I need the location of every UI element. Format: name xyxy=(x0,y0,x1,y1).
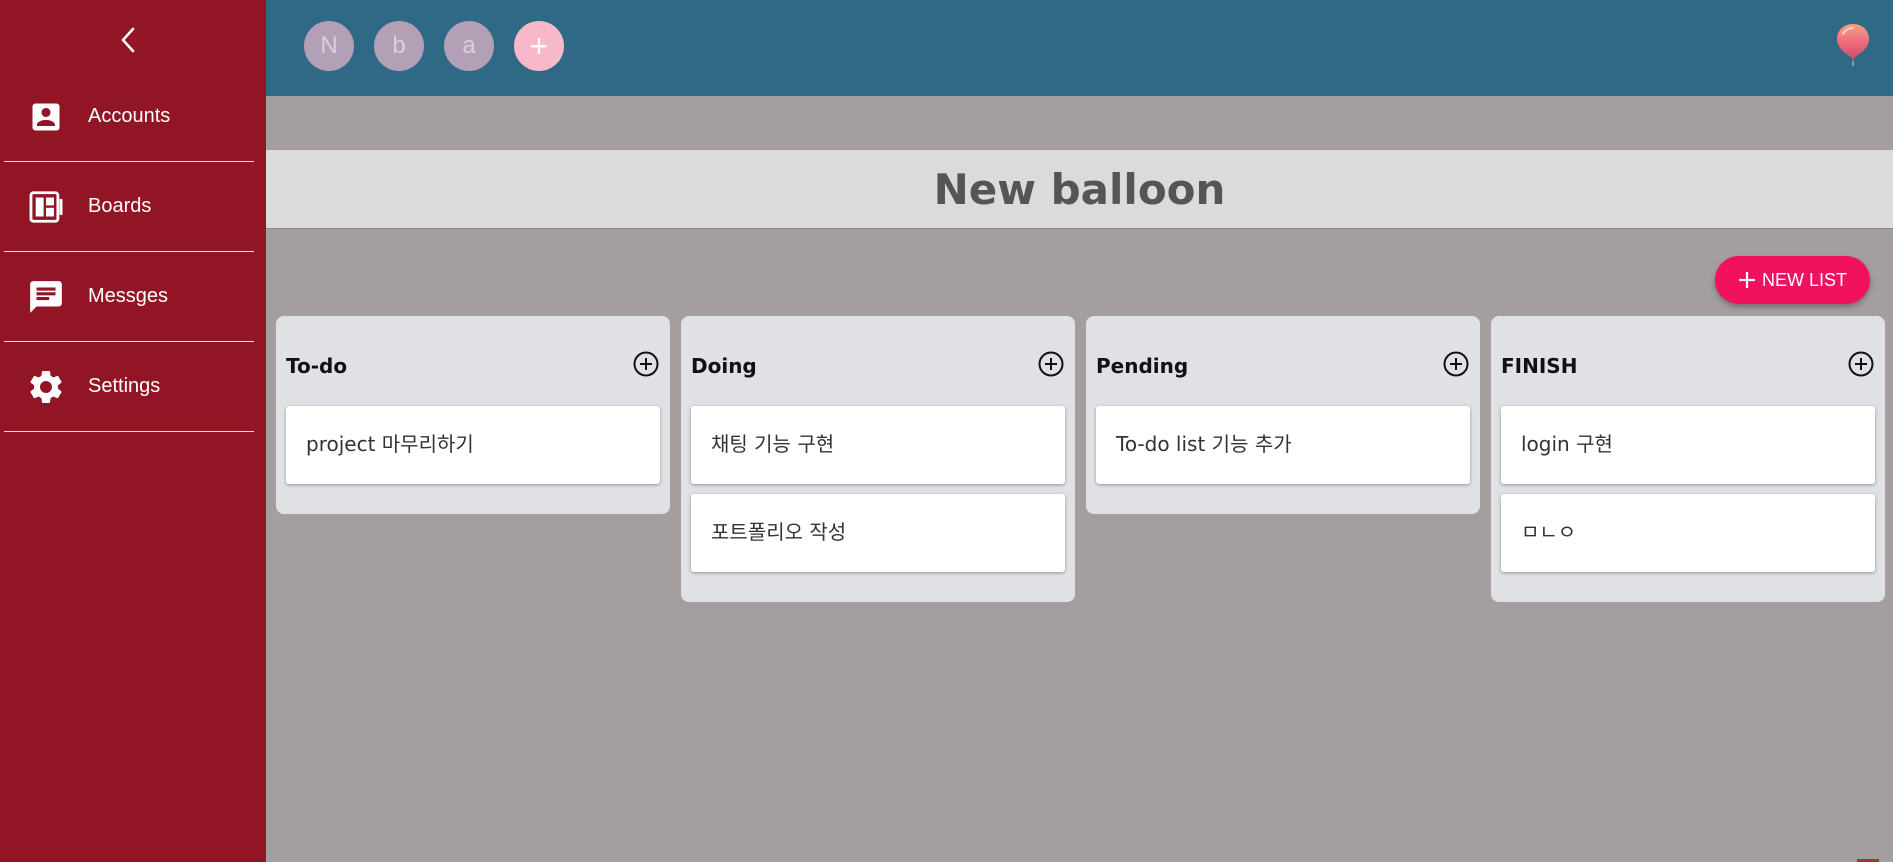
new-list-label: NEW LIST xyxy=(1761,269,1847,290)
sidebar-item-messages[interactable]: Messges xyxy=(4,252,254,342)
list-header: Pending xyxy=(1086,316,1480,406)
list-header: To-do xyxy=(276,316,670,406)
list-title: Doing xyxy=(691,354,757,378)
add-card-icon[interactable] xyxy=(1037,350,1065,378)
list-column: FINISH login 구현 ㅁㄴㅇ xyxy=(1491,316,1885,602)
sidebar-item-label: Accounts xyxy=(88,105,171,127)
sidebar-item-label: Messges xyxy=(88,285,169,307)
add-card-icon[interactable] xyxy=(1847,350,1875,378)
card-title: 포트폴리오 작성 xyxy=(711,520,847,544)
list-card[interactable]: To-do list 기능 추가 xyxy=(1096,406,1470,484)
list-card[interactable]: login 구현 xyxy=(1501,406,1875,484)
board-icon xyxy=(26,187,66,227)
new-list-button[interactable]: NEW LIST xyxy=(1715,256,1870,304)
list-title: FINISH xyxy=(1501,354,1578,378)
add-card-icon[interactable] xyxy=(632,350,660,378)
list-card[interactable]: 채팅 기능 구현 xyxy=(691,406,1065,484)
card-title: 채팅 기능 구현 xyxy=(711,432,835,456)
sidebar-item-boards[interactable]: Boards xyxy=(4,162,254,252)
board-header: New balloon xyxy=(266,150,1893,229)
sidebar-collapse-button[interactable] xyxy=(116,24,140,56)
plus-icon xyxy=(1738,267,1756,293)
list-card[interactable]: ㅁㄴㅇ xyxy=(1501,494,1875,572)
list-column: Pending To-do list 기능 추가 xyxy=(1086,316,1480,514)
gear-icon xyxy=(26,367,66,407)
list-card[interactable]: project 마무리하기 xyxy=(286,406,660,484)
sidebar-item-label: Boards xyxy=(88,195,152,217)
sidebar-item-label: Settings xyxy=(88,375,161,397)
list-column: To-do project 마무리하기 xyxy=(276,316,670,514)
card-title: project 마무리하기 xyxy=(306,432,474,456)
card-title: login 구현 xyxy=(1521,432,1613,456)
page-title: New balloon xyxy=(933,164,1226,214)
list-title: To-do xyxy=(286,354,348,378)
member-avatar[interactable]: N xyxy=(304,21,354,71)
list-header: Doing xyxy=(681,316,1075,406)
card-title: To-do list 기능 추가 xyxy=(1116,432,1292,456)
sidebar-item-settings[interactable]: Settings xyxy=(4,342,254,432)
sidebar: Accounts Boards Messges Settings xyxy=(0,0,266,862)
sidebar-nav: Accounts Boards Messges Settings xyxy=(0,72,266,432)
message-icon xyxy=(26,277,66,317)
card-title: ㅁㄴㅇ xyxy=(1521,520,1577,544)
account-box-icon xyxy=(26,97,66,137)
list-column: Doing 채팅 기능 구현 포트폴리오 작성 xyxy=(681,316,1075,602)
add-card-icon[interactable] xyxy=(1442,350,1470,378)
sidebar-item-accounts[interactable]: Accounts xyxy=(4,72,254,162)
balloon-icon[interactable] xyxy=(1835,22,1871,66)
list-header: FINISH xyxy=(1491,316,1885,406)
list-title: Pending xyxy=(1096,354,1189,378)
member-avatar[interactable]: b xyxy=(374,21,424,71)
top-bar: N b a + xyxy=(266,0,1893,96)
member-avatar[interactable]: a xyxy=(444,21,494,71)
chevron-left-icon xyxy=(121,27,135,53)
list-card[interactable]: 포트폴리오 작성 xyxy=(691,494,1065,572)
add-member-button[interactable]: + xyxy=(514,21,564,71)
